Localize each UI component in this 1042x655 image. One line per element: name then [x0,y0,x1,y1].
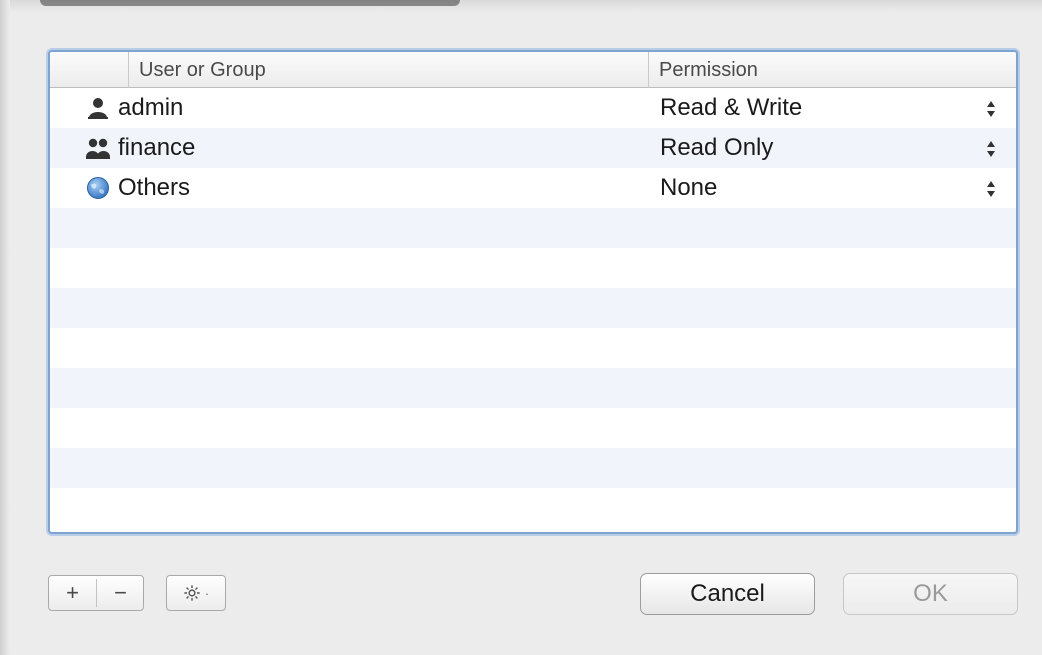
stepper-arrows-icon[interactable] [984,98,998,120]
chevron-down-icon: · [204,585,210,601]
single-user-icon [88,98,108,119]
ok-button[interactable]: OK [843,573,1018,615]
action-menu-button[interactable]: · [166,575,226,611]
cropped-title-fragment [40,0,460,6]
table-row-admin[interactable]: admin Read & Write [50,88,1016,128]
cancel-button[interactable]: Cancel [640,573,815,615]
globe-icon [87,177,109,199]
empty-row [50,408,1016,448]
table-row-finance[interactable]: finance Read Only [50,128,1016,168]
column-header-permission[interactable]: Permission [648,52,1008,88]
empty-row [50,448,1016,488]
table-header: User or Group Permission [50,52,1016,88]
group-name: finance [118,134,196,161]
dialog-left-edge [0,0,10,655]
table-row-others[interactable]: Others None [50,168,1016,208]
permission-value[interactable]: Read Only [660,128,773,168]
empty-row [50,288,1016,328]
add-remove-segmented-control: + − [48,575,144,611]
permissions-table[interactable]: User or Group Permission admin Read & Wr… [48,50,1018,534]
permission-value[interactable]: Read & Write [660,88,802,128]
group-icon [86,138,110,159]
user-name: admin [118,94,184,121]
empty-row [50,488,1016,528]
permission-value[interactable]: None [660,168,717,208]
empty-row [50,328,1016,368]
table-body: admin Read & Write finance Read Only Oth… [50,88,1016,528]
empty-row [50,368,1016,408]
stepper-arrows-icon[interactable] [984,138,998,160]
empty-row [50,248,1016,288]
column-header-user-or-group[interactable]: User or Group [128,52,648,88]
empty-row [50,208,1016,248]
dialog-top-edge [0,0,1042,12]
gear-icon [184,585,200,601]
permissions-dialog: User or Group Permission admin Read & Wr… [0,0,1042,655]
add-button[interactable]: + [49,576,96,610]
remove-button[interactable]: − [97,576,144,610]
stepper-arrows-icon[interactable] [984,178,998,200]
others-name: Others [118,174,191,201]
